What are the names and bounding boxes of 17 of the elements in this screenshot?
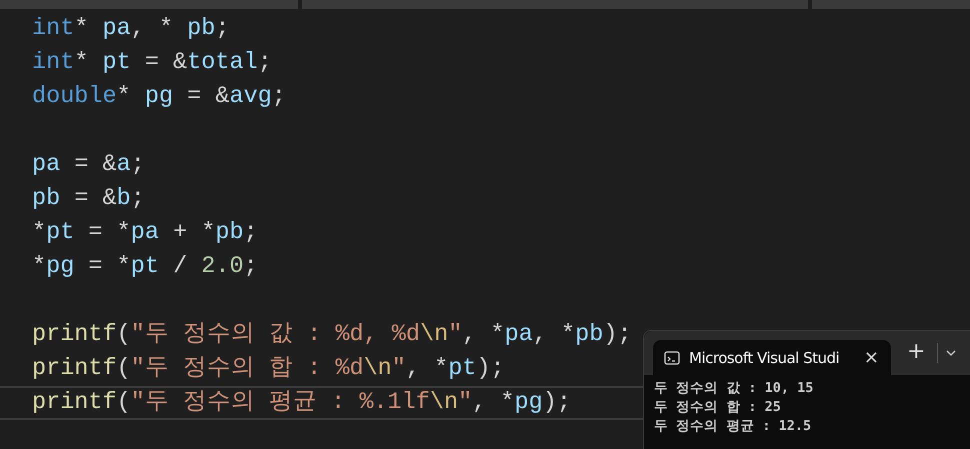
code-line: double* pg = &avg;: [32, 82, 286, 112]
output-line: 두 정수의 합 : 25: [654, 398, 781, 417]
code-line: int* pa, * pb;: [32, 14, 230, 44]
terminal-tab[interactable]: Microsoft Visual Studi ×: [653, 340, 891, 375]
code-line: *pg = *pt / 2.0;: [32, 252, 258, 282]
new-tab-button[interactable]: +: [903, 338, 930, 364]
tab-title: Microsoft Visual Studi: [689, 348, 840, 366]
terminal-icon: [664, 350, 680, 364]
code-line: int* pt = &total;: [32, 48, 272, 78]
code-line: pb = &b;: [32, 184, 145, 214]
code-line: printf("두 정수의 값 : %d, %d\n", *pa, *pb);: [32, 320, 632, 350]
output-line: 두 정수의 평균 : 12.5: [654, 417, 812, 436]
chevron-icon[interactable]: [946, 350, 956, 356]
code-line: *pt = *pa + *pb;: [32, 218, 258, 248]
close-button[interactable]: ×: [860, 347, 883, 368]
code-line: pa = &a;: [32, 150, 145, 180]
code-line: printf("두 정수의 합 : %d\n", *pt);: [32, 354, 505, 384]
